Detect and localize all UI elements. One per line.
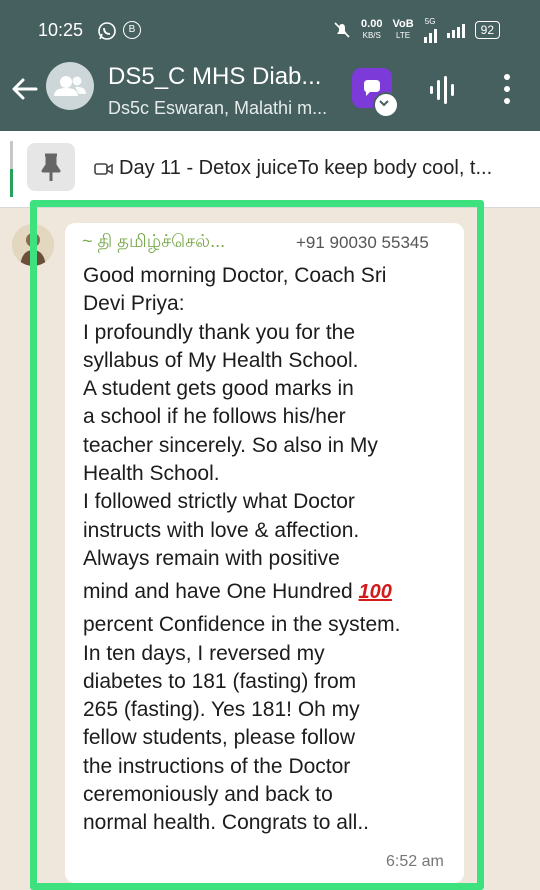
group-avatar[interactable]	[46, 62, 94, 110]
back-arrow-icon[interactable]	[10, 74, 40, 104]
chat-header: 10:25 B 0.00 KB/S VoB LTE 5G 92 DS5_C MH…	[0, 0, 540, 131]
signal-icon-2	[446, 22, 465, 38]
pinned-message-text[interactable]: Day 11 - Detox juiceTo keep body cool, t…	[119, 157, 492, 180]
highlight-frame	[30, 200, 484, 890]
whatsapp-icon	[98, 22, 116, 40]
chat-subtitle[interactable]: Ds5c Eswaran, Malathi m...	[108, 98, 327, 119]
audio-wave-icon[interactable]	[428, 72, 458, 108]
net-speed: 0.00 KB/S	[361, 17, 383, 40]
status-bar: 10:25 B 0.00 KB/S VoB LTE 5G 92	[0, 0, 540, 58]
volte-icon: VoB LTE	[392, 17, 414, 40]
status-indicators: 0.00 KB/S VoB LTE 5G 92	[333, 16, 500, 43]
pin-button[interactable]	[27, 143, 75, 191]
pinned-indicator	[10, 141, 13, 197]
status-time: 10:25	[38, 20, 84, 40]
network-type: 5G	[423, 16, 437, 43]
video-icon	[94, 163, 113, 175]
signal-icon	[423, 27, 437, 43]
chevron-down-icon[interactable]	[373, 92, 399, 118]
more-options-icon[interactable]	[500, 74, 514, 106]
mute-icon	[334, 21, 350, 38]
battery-icon: 92	[474, 20, 500, 39]
pin-icon	[41, 153, 61, 181]
group-icon	[54, 76, 86, 96]
b-icon: B	[123, 21, 141, 39]
chat-title[interactable]: DS5_C MHS Diab...	[108, 63, 321, 91]
